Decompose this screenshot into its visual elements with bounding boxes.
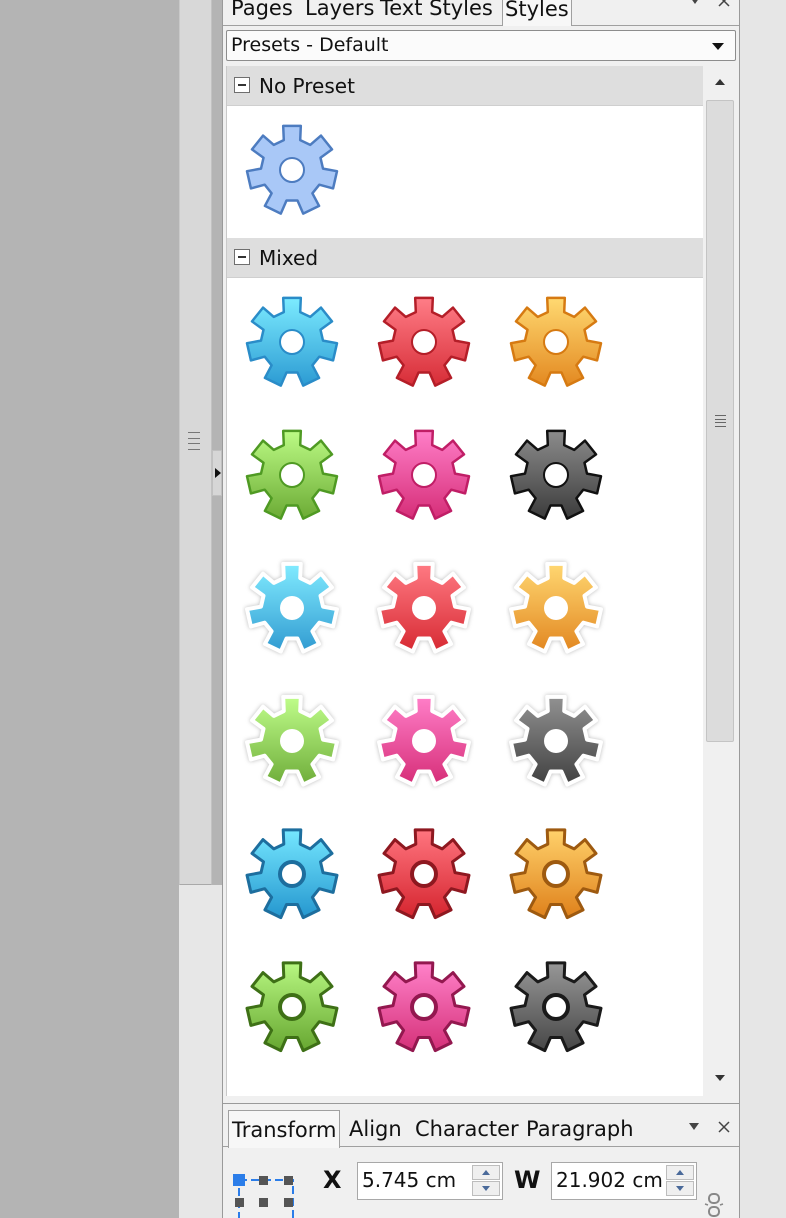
style-preset-cell[interactable] — [242, 425, 342, 525]
style-preset-cell[interactable] — [242, 120, 342, 220]
style-preset-cell[interactable] — [374, 691, 474, 791]
group-label: Mixed — [259, 246, 319, 270]
gear-icon — [509, 694, 603, 787]
style-preset-cell[interactable] — [374, 425, 474, 525]
style-preset-cell[interactable] — [506, 425, 606, 525]
window-edge — [740, 0, 786, 1218]
gear-icon — [245, 429, 339, 520]
style-preset-cell[interactable] — [242, 957, 342, 1057]
group-label: No Preset — [259, 74, 355, 98]
w-label: W — [514, 1166, 541, 1194]
panel-close-button[interactable] — [717, 0, 731, 12]
width-spinbox[interactable]: 21.902 cm — [551, 1162, 697, 1200]
panel-close-button[interactable] — [717, 1120, 731, 1138]
close-icon — [718, 0, 730, 7]
gear-icon — [245, 828, 339, 920]
tab-layers[interactable]: Layers — [303, 0, 377, 25]
transform-panel-tabbar: Transform Align Character Paragraph — [223, 1104, 739, 1148]
close-icon — [718, 1121, 730, 1133]
style-preset-cell[interactable] — [242, 292, 342, 392]
collapse-dock-button[interactable] — [212, 450, 222, 496]
gear-icon — [245, 124, 339, 215]
spin-down-icon[interactable] — [666, 1181, 694, 1196]
gear-icon — [509, 828, 603, 920]
gear-icon — [509, 561, 603, 654]
dropdown-arrow-icon — [712, 43, 724, 50]
reference-point-icon[interactable] — [233, 1172, 295, 1218]
dock-background — [179, 885, 222, 1218]
x-label: X — [323, 1166, 342, 1194]
gear-icon — [377, 429, 471, 520]
style-preset-cell[interactable] — [506, 824, 606, 924]
chevron-down-icon — [689, 1123, 699, 1130]
arrow-right-icon — [215, 468, 221, 478]
style-preset-cell[interactable] — [374, 292, 474, 392]
spin-up-icon[interactable] — [472, 1165, 500, 1180]
tab-paragraph[interactable]: Paragraph — [523, 1110, 637, 1148]
styles-panel: Pages Layers Text Styles Styles Presets … — [222, 0, 740, 1103]
tab-align[interactable]: Align — [346, 1110, 405, 1148]
scroll-down-arrow-icon[interactable] — [715, 1075, 725, 1081]
w-value: 21.902 cm — [556, 1168, 663, 1192]
style-preset-cell[interactable] — [506, 292, 606, 392]
collapse-minus-icon[interactable] — [234, 77, 250, 93]
scroll-up-arrow-icon[interactable] — [715, 79, 725, 85]
style-preset-cell[interactable] — [506, 691, 606, 791]
scrollbar-thumb[interactable] — [706, 100, 734, 742]
x-value: 5.745 cm — [362, 1168, 457, 1192]
gear-icon — [509, 429, 603, 520]
gear-icon — [245, 961, 339, 1053]
panel-menu-button[interactable] — [687, 1120, 701, 1138]
transform-panel: Transform Align Character Paragraph X 5.… — [222, 1103, 740, 1218]
chevron-down-icon — [692, 0, 698, 4]
style-preset-cell[interactable] — [374, 957, 474, 1057]
chain-link-icon[interactable] — [703, 1192, 725, 1218]
gear-icon — [377, 961, 471, 1053]
tab-transform[interactable]: Transform — [228, 1110, 341, 1148]
style-preset-cell[interactable] — [242, 824, 342, 924]
gear-icon — [245, 694, 339, 787]
styles-panel-tabbar: Pages Layers Text Styles Styles — [223, 0, 739, 26]
tab-text-styles[interactable]: Text Styles — [378, 0, 495, 25]
tab-character[interactable]: Character — [412, 1110, 522, 1148]
preset-dropdown[interactable]: Presets - Default — [226, 30, 736, 61]
style-preset-cell[interactable] — [374, 558, 474, 658]
collapse-minus-icon[interactable] — [234, 249, 250, 265]
styles-list-scrollbar[interactable] — [704, 66, 736, 1096]
gear-icon — [377, 296, 471, 387]
splitter-grip[interactable] — [188, 432, 200, 450]
tab-styles[interactable]: Styles — [502, 0, 572, 26]
gear-icon — [509, 296, 603, 387]
style-preset-cell[interactable] — [242, 558, 342, 658]
gear-icon — [245, 561, 339, 654]
style-preset-cell[interactable] — [506, 558, 606, 658]
gear-icon — [245, 296, 339, 387]
x-position-spinbox[interactable]: 5.745 cm — [357, 1162, 503, 1200]
spin-up-icon[interactable] — [666, 1165, 694, 1180]
gear-icon — [377, 694, 471, 787]
group-header-mixed[interactable]: Mixed — [227, 238, 703, 278]
tab-pages[interactable]: Pages — [229, 0, 295, 25]
gear-icon — [509, 961, 603, 1053]
style-preset-cell[interactable] — [506, 957, 606, 1057]
spin-down-icon[interactable] — [472, 1181, 500, 1196]
style-preset-cell[interactable] — [374, 824, 474, 924]
panel-menu-button[interactable] — [688, 0, 702, 12]
group-header-no-preset[interactable]: No Preset — [227, 66, 703, 106]
gear-icon — [377, 561, 471, 654]
preset-dropdown-value: Presets - Default — [231, 34, 389, 56]
style-preset-cell[interactable] — [242, 691, 342, 791]
gear-icon — [377, 828, 471, 920]
styles-list: No Preset Mixed — [226, 66, 703, 1096]
